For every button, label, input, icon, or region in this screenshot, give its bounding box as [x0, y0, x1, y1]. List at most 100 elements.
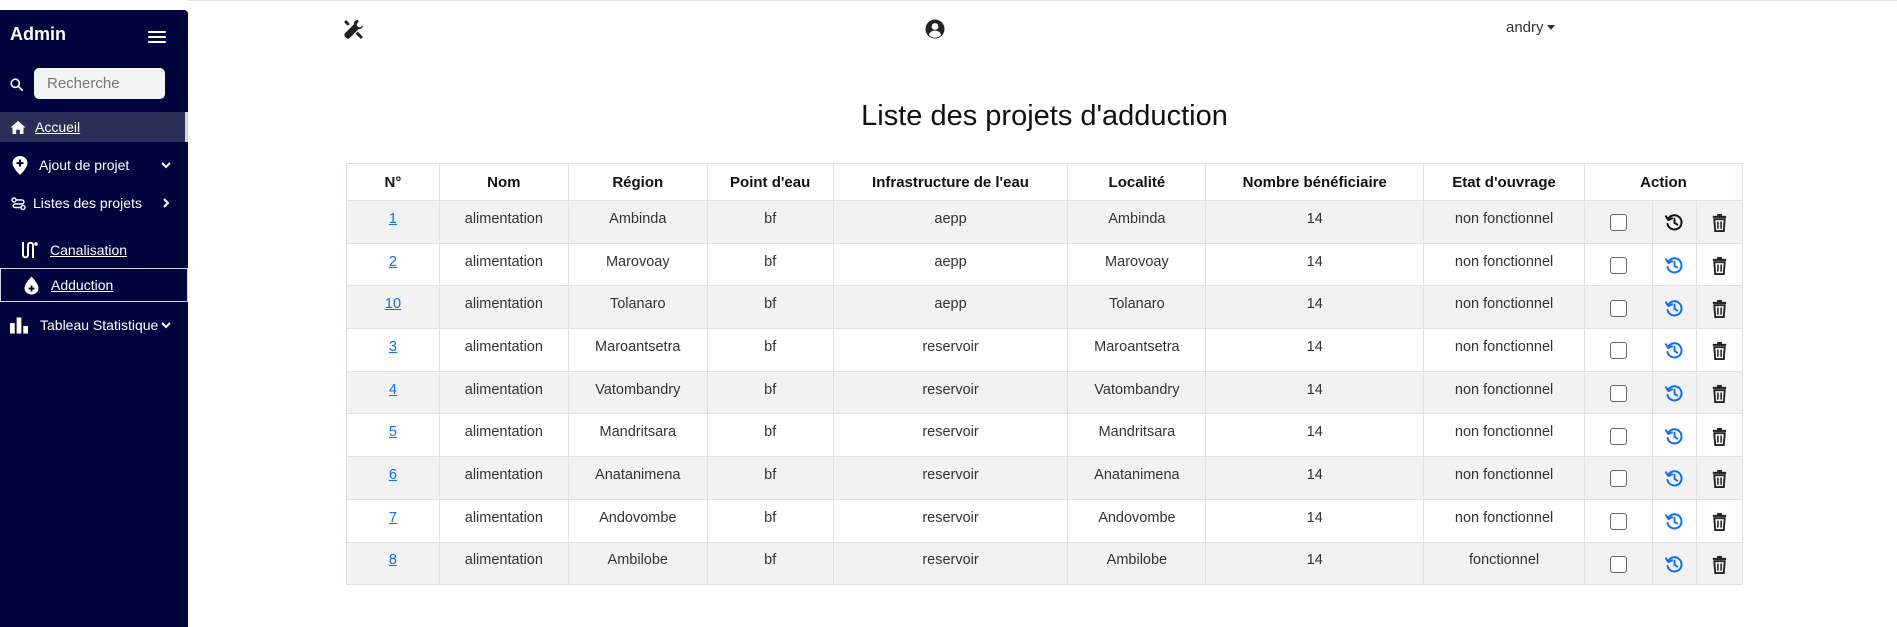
history-icon[interactable] — [1664, 427, 1684, 446]
header-action: Action — [1584, 163, 1743, 201]
project-number-link[interactable]: 6 — [389, 467, 397, 483]
hamburger-menu-icon[interactable] — [148, 28, 166, 44]
history-icon[interactable] — [1664, 469, 1684, 488]
project-number-link[interactable]: 1 — [389, 211, 397, 227]
cell-etat: fonctionnel — [1423, 541, 1586, 586]
project-number-link[interactable]: 7 — [389, 510, 397, 526]
cell-num: 2 — [346, 242, 440, 287]
cell-num: 4 — [346, 370, 440, 415]
table-row: 8 alimentation Ambilobe bf reservoir Ambilobe… — [346, 541, 1744, 586]
row-checkbox[interactable] — [1609, 299, 1627, 317]
trash-icon[interactable] — [1710, 299, 1729, 318]
tools-icon[interactable] — [343, 19, 364, 40]
row-checkbox[interactable] — [1609, 470, 1627, 488]
row-checkbox[interactable] — [1609, 214, 1627, 232]
cell-localite: Ambinda — [1067, 200, 1207, 244]
user-dropdown[interactable]: andry — [1506, 19, 1555, 36]
cell-num: 5 — [346, 413, 440, 458]
history-icon[interactable] — [1664, 256, 1684, 275]
project-number-link[interactable]: 4 — [389, 382, 397, 398]
row-checkbox[interactable] — [1609, 555, 1627, 573]
projects-table: N° Nom Région Point d'eau Infrastructure… — [346, 163, 1744, 586]
history-icon[interactable] — [1664, 299, 1684, 318]
history-icon[interactable] — [1664, 213, 1684, 232]
cell-region: Ambilobe — [567, 541, 708, 586]
cell-point: bf — [706, 413, 834, 458]
project-number-link[interactable]: 3 — [389, 339, 397, 355]
cell-num: 3 — [346, 328, 440, 372]
cell-localite: Maroantsetra — [1067, 328, 1207, 372]
history-icon[interactable] — [1664, 341, 1684, 360]
cell-region: Marovoay — [567, 242, 708, 287]
cell-localite: Mandritsara — [1067, 413, 1207, 458]
username-label: andry — [1506, 19, 1544, 36]
trash-icon[interactable] — [1710, 427, 1729, 446]
cell-delete — [1695, 498, 1744, 543]
header-localite: Localité — [1067, 163, 1207, 201]
sidebar-item-ajout-projet[interactable]: Ajout de projet — [0, 150, 188, 180]
history-icon[interactable] — [1664, 555, 1684, 574]
sidebar-item-accueil[interactable]: Accueil — [0, 112, 188, 142]
row-checkbox[interactable] — [1609, 427, 1627, 445]
sidebar-item-label: Tableau Statistique — [40, 317, 159, 333]
cell-localite: Marovoay — [1067, 242, 1207, 287]
sidebar-item-adduction[interactable]: Adduction — [0, 268, 188, 302]
row-checkbox[interactable] — [1609, 257, 1627, 275]
history-icon[interactable] — [1664, 384, 1684, 403]
table-row: 10 alimentation Tolanaro bf aepp Tolanaro 14 no… — [346, 285, 1744, 330]
cell-etat: non fonctionnel — [1423, 370, 1586, 415]
cell-nombre: 14 — [1205, 200, 1425, 244]
trash-icon[interactable] — [1710, 469, 1729, 489]
project-number-link[interactable]: 10 — [385, 296, 401, 312]
cell-region: Ambinda — [567, 200, 708, 244]
sidebar-item-label: Canalisation — [50, 242, 128, 258]
water-drop-icon — [21, 275, 41, 295]
sidebar-search — [0, 68, 188, 100]
user-circle-icon[interactable] — [925, 19, 945, 39]
sidebar-item-label: Accueil — [35, 119, 81, 135]
table-body: 1 alimentation Ambinda bf aepp Ambinda 14 non f… — [346, 200, 1744, 586]
sidebar-item-tableau-statistique[interactable]: Tableau Statistique — [0, 310, 188, 340]
cell-history — [1651, 498, 1697, 543]
project-number-link[interactable]: 5 — [389, 424, 397, 440]
cell-localite: Tolanaro — [1067, 285, 1207, 330]
trash-icon[interactable] — [1710, 384, 1729, 404]
cell-etat: non fonctionnel — [1423, 200, 1586, 244]
cell-select — [1584, 456, 1653, 500]
trash-icon[interactable] — [1710, 555, 1729, 574]
cell-nombre: 14 — [1205, 541, 1425, 586]
trash-icon[interactable] — [1710, 256, 1729, 276]
cell-region: Andovombe — [567, 498, 708, 543]
project-number-link[interactable]: 2 — [389, 254, 397, 270]
cell-num: 8 — [346, 541, 440, 586]
cell-infra: aepp — [832, 200, 1069, 244]
cell-region: Vatombandry — [567, 370, 708, 415]
cell-nom: alimentation — [438, 370, 569, 415]
cell-point: bf — [706, 541, 834, 586]
header-infrastructure: Infrastructure de l'eau — [832, 163, 1069, 201]
sidebar-item-label: Listes des projets — [33, 195, 142, 211]
project-number-link[interactable]: 8 — [389, 552, 397, 568]
trash-icon[interactable] — [1710, 213, 1729, 233]
sidebar-item-canalisation[interactable]: Canalisation — [0, 235, 188, 265]
cell-etat: non fonctionnel — [1423, 328, 1586, 372]
cell-infra: reservoir — [832, 498, 1069, 543]
row-checkbox[interactable] — [1609, 342, 1627, 360]
table-header-row: N° Nom Région Point d'eau Infrastructure… — [346, 163, 1743, 201]
cell-delete — [1695, 541, 1744, 586]
search-input[interactable] — [34, 68, 165, 99]
trash-icon[interactable] — [1710, 341, 1729, 361]
table-row: 5 alimentation Mandritsara bf reservoir Mandr… — [346, 413, 1744, 458]
cell-infra: reservoir — [832, 541, 1069, 586]
row-checkbox[interactable] — [1609, 513, 1627, 531]
cell-infra: aepp — [832, 242, 1069, 287]
table-row: 2 alimentation Marovoay bf aepp Marovoay 14 non… — [346, 242, 1744, 287]
cell-nombre: 14 — [1205, 370, 1425, 415]
cell-num: 6 — [346, 456, 440, 500]
history-icon[interactable] — [1664, 512, 1684, 531]
sidebar-item-listes-projets[interactable]: Listes des projets — [0, 188, 188, 218]
search-icon — [10, 78, 23, 91]
cell-nom: alimentation — [438, 541, 569, 586]
trash-icon[interactable] — [1710, 512, 1729, 532]
row-checkbox[interactable] — [1609, 385, 1627, 403]
